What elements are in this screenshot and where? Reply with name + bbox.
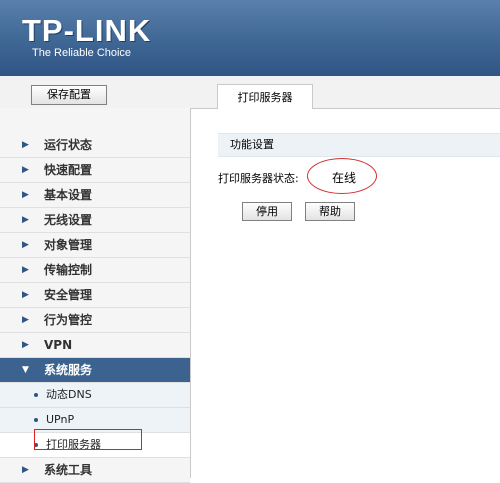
triangle-right-icon: ▶ (22, 315, 29, 325)
triangle-right-icon: ▶ (22, 240, 29, 250)
sidebar-item-running-status[interactable]: ▶ 运行状态 (0, 133, 190, 158)
header-banner: TP-LINK The Reliable Choice (0, 0, 500, 76)
triangle-right-icon: ▶ (22, 215, 29, 225)
sidebar-item-label: VPN (44, 338, 73, 352)
sidebar-item-label: 系统工具 (44, 463, 93, 477)
bullet-icon (34, 418, 38, 422)
section-title: 功能设置 (230, 138, 274, 151)
sidebar-item-label: 安全管理 (44, 288, 93, 302)
sidebar-item-label: 基本设置 (44, 188, 93, 202)
print-server-status-label: 打印服务器状态: (218, 172, 299, 185)
section-header: 功能设置 (218, 133, 500, 157)
print-server-status-value: 在线 (332, 171, 357, 185)
disable-button[interactable]: 停用 (242, 202, 292, 221)
sidebar-item-basic-settings[interactable]: ▶ 基本设置 (0, 183, 190, 208)
triangle-right-icon: ▶ (22, 265, 29, 275)
sidebar-item-label: 传输控制 (44, 263, 93, 277)
sidebar-item-object-management[interactable]: ▶ 对象管理 (0, 233, 190, 258)
help-button[interactable]: 帮助 (305, 202, 355, 221)
save-config-button[interactable]: 保存配置 (31, 85, 107, 105)
sidebar-item-behavior-control[interactable]: ▶ 行为管控 (0, 308, 190, 333)
triangle-right-icon: ▶ (22, 190, 29, 200)
triangle-right-icon: ▶ (22, 290, 29, 300)
sidebar-item-label: 快速配置 (44, 163, 93, 177)
sidebar-item-quick-setup[interactable]: ▶ 快速配置 (0, 158, 190, 183)
sidebar-item-label: 行为管控 (44, 313, 93, 327)
brand-tagline: The Reliable Choice (32, 47, 132, 59)
sidebar-item-label: 无线设置 (44, 213, 93, 227)
sidebar-item-label: 系统服务 (44, 363, 93, 377)
sidebar-item-label: 对象管理 (44, 238, 93, 252)
annotation-highlight-box (34, 429, 142, 450)
sidebar-item-wireless-settings[interactable]: ▶ 无线设置 (0, 208, 190, 233)
sidebar-item-system-services[interactable]: ▼ 系统服务 (0, 358, 190, 383)
sidebar-item-security-management[interactable]: ▶ 安全管理 (0, 283, 190, 308)
sidebar-item-label: 运行状态 (44, 138, 93, 152)
sidebar-item-system-tools[interactable]: ▶ 系统工具 (0, 458, 190, 483)
sidebar-subitem-label: 动态DNS (46, 388, 92, 401)
bullet-icon (34, 393, 38, 397)
tp-link-logo: TP-LINK (22, 13, 152, 48)
sidebar-item-transfer-control[interactable]: ▶ 传输控制 (0, 258, 190, 283)
sidebar-subitem-ddns[interactable]: 动态DNS (0, 383, 190, 408)
triangle-right-icon: ▶ (22, 165, 29, 175)
triangle-right-icon: ▶ (22, 340, 29, 350)
triangle-right-icon: ▶ (22, 140, 29, 150)
triangle-down-icon: ▼ (22, 365, 29, 375)
triangle-right-icon: ▶ (22, 465, 29, 475)
tab-print-server[interactable]: 打印服务器 (217, 84, 313, 110)
sidebar-item-vpn[interactable]: ▶ VPN (0, 333, 190, 358)
